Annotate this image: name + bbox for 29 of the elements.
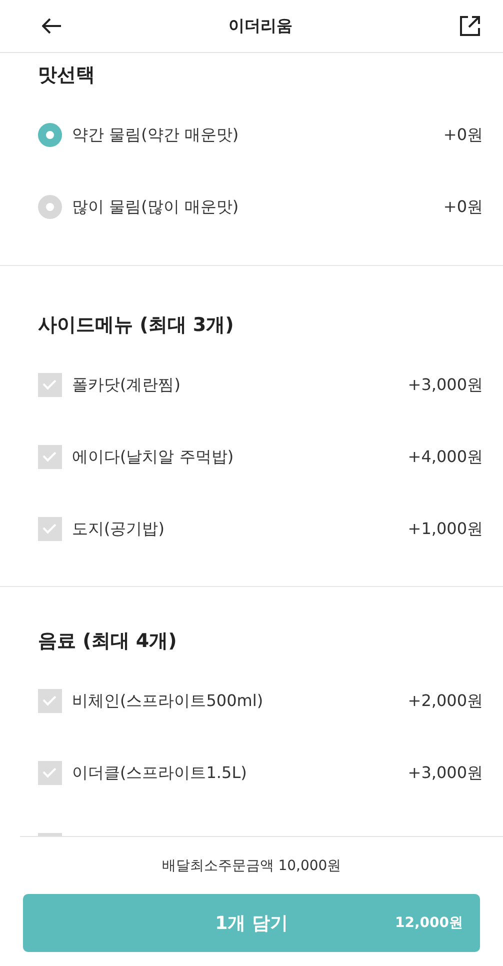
radio-button[interactable] (38, 123, 62, 147)
radio-button[interactable] (38, 195, 62, 219)
option-price: +3,000원 (408, 762, 483, 784)
checkbox[interactable] (38, 689, 62, 713)
checkbox[interactable] (38, 761, 62, 785)
back-arrow-icon[interactable] (42, 18, 62, 34)
section-title: 음료 (최대 4개) (38, 629, 177, 654)
checkbox[interactable] (38, 373, 62, 397)
option-price: +0원 (443, 124, 483, 146)
page-title: 이더리움 (228, 16, 292, 36)
checkbox[interactable] (38, 445, 62, 469)
option-label: 도지(공기밥) (72, 518, 166, 540)
option-price: +1,000원 (408, 518, 483, 540)
option-price: +4,000원 (408, 446, 483, 468)
option-label: 에이다(날치알 주먹밥) (72, 446, 235, 468)
option-label: 약간 물림(약간 매운맛) (72, 124, 240, 146)
add-to-cart-button[interactable]: 1개 담기 12,000원 (23, 894, 480, 952)
section-title: 사이드메뉴 (최대 3개) (38, 313, 234, 338)
option-label: 이더클(스프라이트1.5L) (72, 762, 248, 784)
section-title: 맛선택 (38, 63, 95, 88)
option-label: 많이 물림(많이 매운맛) (72, 196, 240, 218)
option-label: 비체인(스프라이트500ml) (72, 690, 264, 712)
option-price: +0원 (443, 196, 483, 218)
option-label: 폴카닷(계란찜) (72, 374, 182, 396)
option-price: +2,000원 (408, 690, 483, 712)
minimum-order-text: 배달최소주문금액 10,000원 (162, 857, 342, 875)
checkbox[interactable] (38, 517, 62, 541)
option-price: +3,000원 (408, 374, 483, 396)
share-icon[interactable] (459, 15, 481, 37)
